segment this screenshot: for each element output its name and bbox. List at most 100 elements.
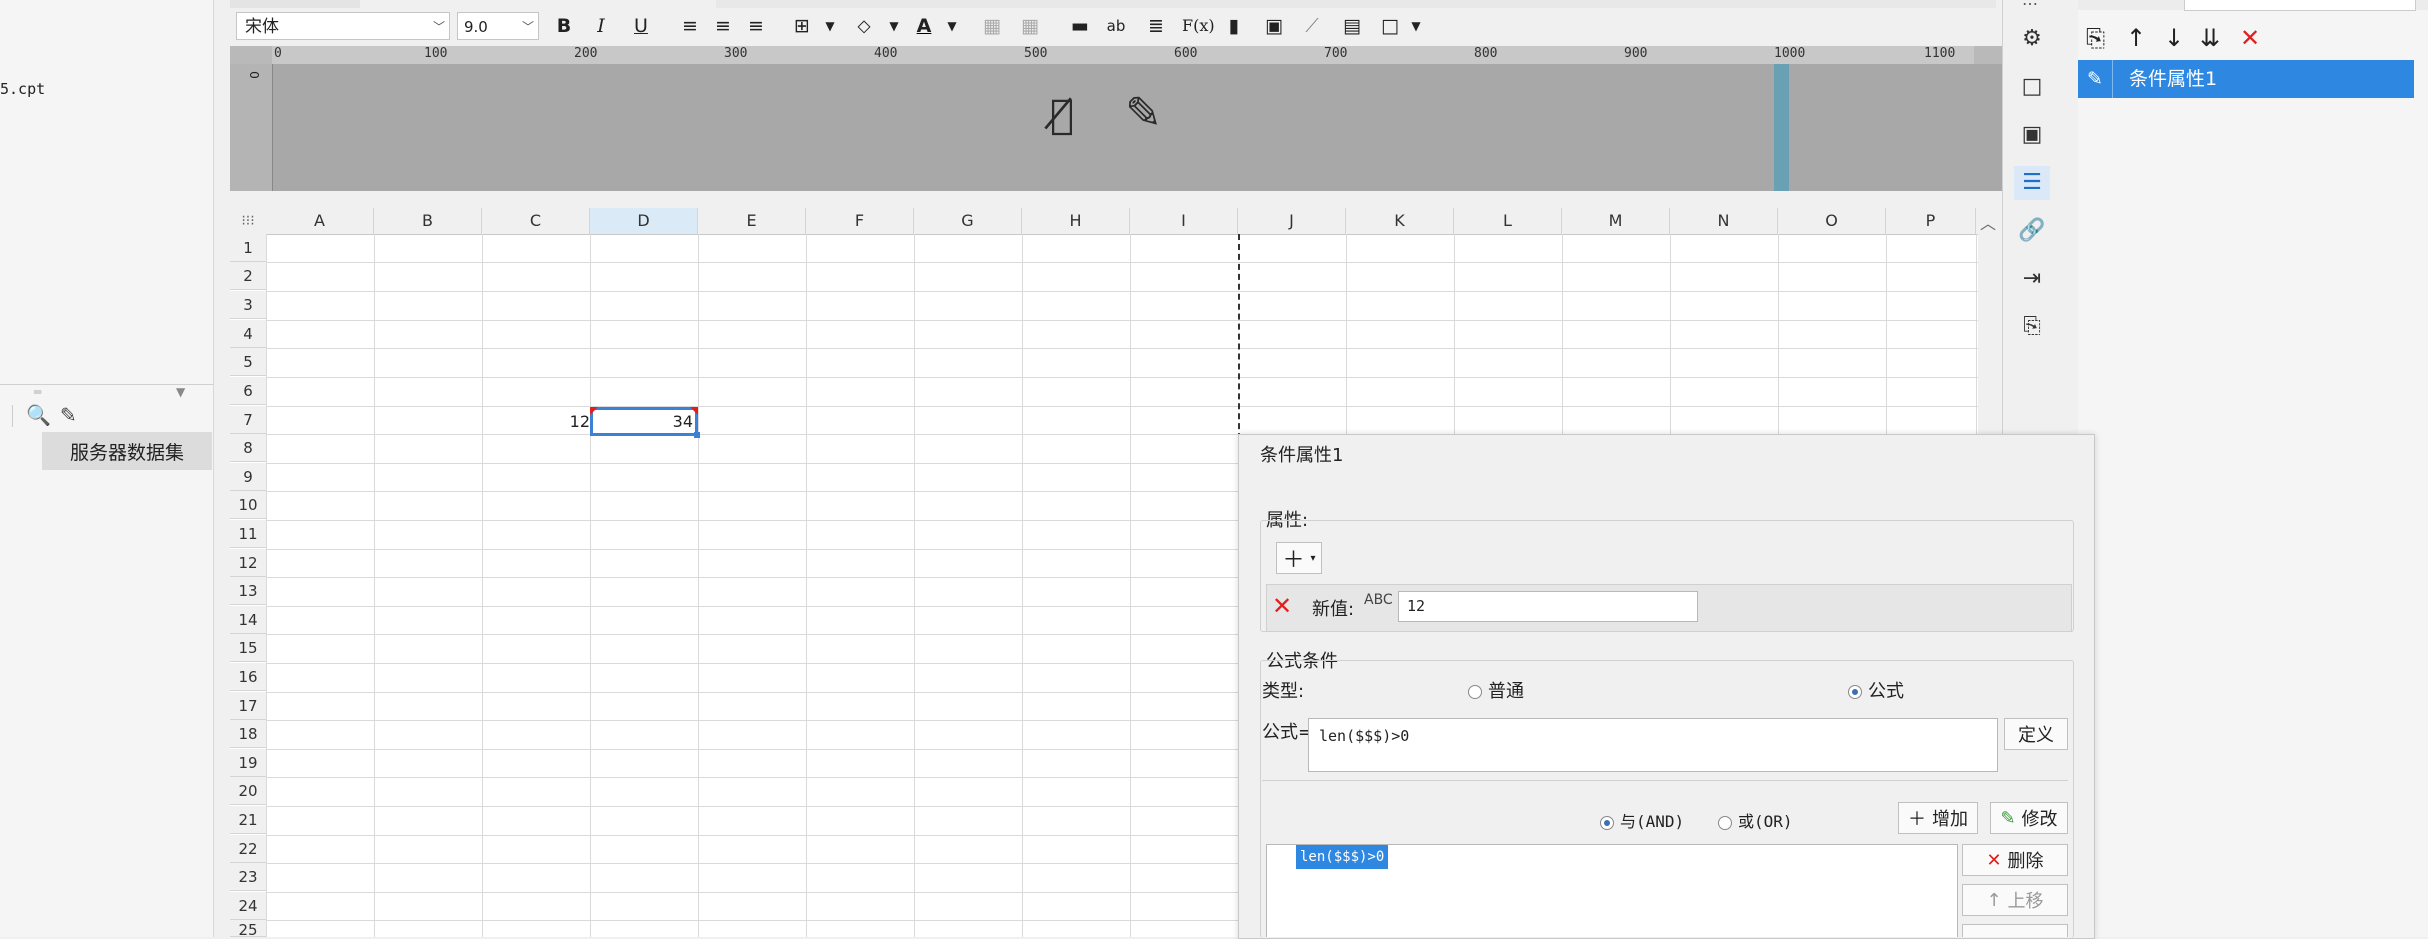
row-header[interactable]: 10 <box>230 491 266 519</box>
condition-list-item[interactable]: ✎ 条件属性1 <box>2078 60 2414 98</box>
column-header[interactable]: N <box>1670 208 1778 234</box>
column-header[interactable]: C <box>482 208 590 234</box>
column-header[interactable]: I <box>1130 208 1238 234</box>
server-dataset-tab[interactable]: 服务器数据集 <box>42 432 212 470</box>
define-button[interactable]: 定义 <box>2004 718 2068 750</box>
scroll-up-icon[interactable]: ︿ <box>1980 210 1996 234</box>
page-header-area[interactable] <box>230 64 2002 191</box>
font-size-select[interactable]: 9.0 ﹀ <box>457 12 539 40</box>
column-header-selected[interactable]: D <box>590 208 698 234</box>
cell-d7-selected[interactable]: 34 <box>590 407 698 436</box>
underline-button[interactable]: U <box>629 12 653 40</box>
column-header[interactable]: A <box>266 208 374 234</box>
new-value-input[interactable]: 12 <box>1398 591 1698 622</box>
row-header[interactable]: 8 <box>230 434 266 462</box>
row-header[interactable]: 13 <box>230 577 266 605</box>
condition-attribute-icon[interactable]: ☰ <box>2014 166 2050 200</box>
unmerge-cells-icon[interactable]: ▦ <box>1018 12 1042 40</box>
header-boundary-marker[interactable] <box>1774 64 1789 191</box>
row-header[interactable]: 25 <box>230 920 266 937</box>
row-header[interactable]: 15 <box>230 634 266 662</box>
delete-button[interactable]: ✕ 删除 <box>1962 844 2068 876</box>
column-header[interactable]: F <box>806 208 914 234</box>
row-header[interactable]: 22 <box>230 835 266 863</box>
text-type-icon[interactable]: ABC <box>1364 592 1393 608</box>
more-icon[interactable]: … <box>2022 0 2038 9</box>
arrow-down-icon[interactable]: ↓ <box>2164 24 2184 52</box>
template-file-name[interactable]: 5.cpt <box>0 80 45 98</box>
border-icon[interactable]: ⊞ <box>790 12 814 40</box>
row-header[interactable]: 1 <box>230 234 266 262</box>
insert-slash-icon[interactable]: ▬ <box>1068 12 1092 40</box>
align-left-icon[interactable]: ≡ <box>678 12 702 40</box>
float-element-icon[interactable]: □ <box>1378 12 1402 40</box>
image-icon[interactable]: ▣ <box>1262 12 1286 40</box>
chevron-down-icon[interactable]: ▼ <box>1404 12 1428 40</box>
font-color-icon[interactable]: A <box>912 12 936 40</box>
column-header[interactable]: G <box>914 208 1022 234</box>
cell-c7[interactable]: 12 <box>558 408 590 436</box>
font-family-select[interactable]: 宋体 ﹀ <box>236 12 450 40</box>
delete-attribute-icon[interactable]: ✕ <box>1272 592 1292 620</box>
chevron-down-icon[interactable]: ▼ <box>940 12 964 40</box>
column-header[interactable]: E <box>698 208 806 234</box>
row-header[interactable]: 4 <box>230 320 266 348</box>
bold-button[interactable]: B <box>552 12 576 40</box>
panel-splitter[interactable]: ═ ▼ <box>0 384 213 399</box>
text-direction-button[interactable]: ab <box>1104 12 1128 40</box>
cell-attribute-icon[interactable]: □ <box>2014 70 2050 104</box>
chevron-down-icon[interactable]: ▼ <box>882 12 906 40</box>
row-header[interactable]: 2 <box>230 262 266 290</box>
row-header[interactable]: 14 <box>230 606 266 634</box>
delete-icon[interactable]: ✕ <box>2240 24 2260 52</box>
chart-icon[interactable]: ▮ <box>1222 12 1246 40</box>
row-header[interactable]: 21 <box>230 806 266 834</box>
formula-button[interactable]: F(x) <box>1182 12 1215 40</box>
row-header[interactable]: 12 <box>230 549 266 577</box>
data-entry-icon[interactable]: ⇥ <box>2014 262 2050 296</box>
copy-icon[interactable]: ⎘ <box>2086 24 2105 52</box>
row-header[interactable]: 7 <box>230 406 266 434</box>
condition-list-entry-selected[interactable]: len($$$)>0 <box>1296 845 1389 869</box>
row-header[interactable]: 11 <box>230 520 266 548</box>
subreport-icon[interactable]: ▤ <box>1340 12 1364 40</box>
column-header[interactable]: O <box>1778 208 1886 234</box>
preview-dataset-icon[interactable]: 🔍 <box>26 403 51 427</box>
hyperlink-icon[interactable]: 🔗 <box>2014 214 2050 248</box>
move-up-button[interactable]: ↑ 上移 <box>1962 884 2068 916</box>
and-radio[interactable]: 与(AND) <box>1600 808 1684 832</box>
chevron-down-icon[interactable]: ▼ <box>818 12 842 40</box>
row-header[interactable]: 9 <box>230 463 266 491</box>
add-attribute-button[interactable]: ＋ ▾ <box>1276 542 1322 574</box>
row-header[interactable]: 20 <box>230 777 266 805</box>
cell-element-icon[interactable]: ⚙ <box>2014 22 2050 56</box>
column-header[interactable]: L <box>1454 208 1562 234</box>
sort-icon[interactable]: ⇊ <box>2200 24 2220 52</box>
align-center-icon[interactable]: ≡ <box>711 12 735 40</box>
row-header[interactable]: 16 <box>230 663 266 691</box>
widget-settings-icon[interactable]: ▣ <box>2014 118 2050 152</box>
slash-icon[interactable]: ⟋ <box>1300 12 1324 40</box>
align-right-icon[interactable]: ≡ <box>744 12 768 40</box>
column-header[interactable]: K <box>1346 208 1454 234</box>
formula-input[interactable]: len($$$)>0 <box>1308 718 1998 772</box>
row-header[interactable]: 24 <box>230 892 266 920</box>
add-condition-select[interactable] <box>2184 0 2416 11</box>
column-header[interactable]: H <box>1022 208 1130 234</box>
edit-dataset-icon[interactable]: ✎ <box>60 403 77 427</box>
arrow-up-icon[interactable]: ↑ <box>2126 24 2146 52</box>
row-header[interactable]: 18 <box>230 720 266 748</box>
fill-color-icon[interactable]: ⬦ <box>852 12 876 40</box>
add-button[interactable]: ＋ 增加 <box>1898 802 1978 834</box>
row-header[interactable]: 19 <box>230 749 266 777</box>
row-header[interactable]: 3 <box>230 291 266 319</box>
column-header[interactable]: J <box>1238 208 1346 234</box>
fill-handle[interactable] <box>694 432 700 438</box>
row-header[interactable]: 17 <box>230 692 266 720</box>
collapse-arrow-icon[interactable]: ▼ <box>176 385 185 399</box>
column-header[interactable]: P <box>1886 208 1976 234</box>
type-normal-radio[interactable]: 普通 <box>1468 677 1524 703</box>
row-header[interactable]: 23 <box>230 863 266 891</box>
merge-cells-icon[interactable]: ▦ <box>980 12 1004 40</box>
column-header[interactable]: M <box>1562 208 1670 234</box>
